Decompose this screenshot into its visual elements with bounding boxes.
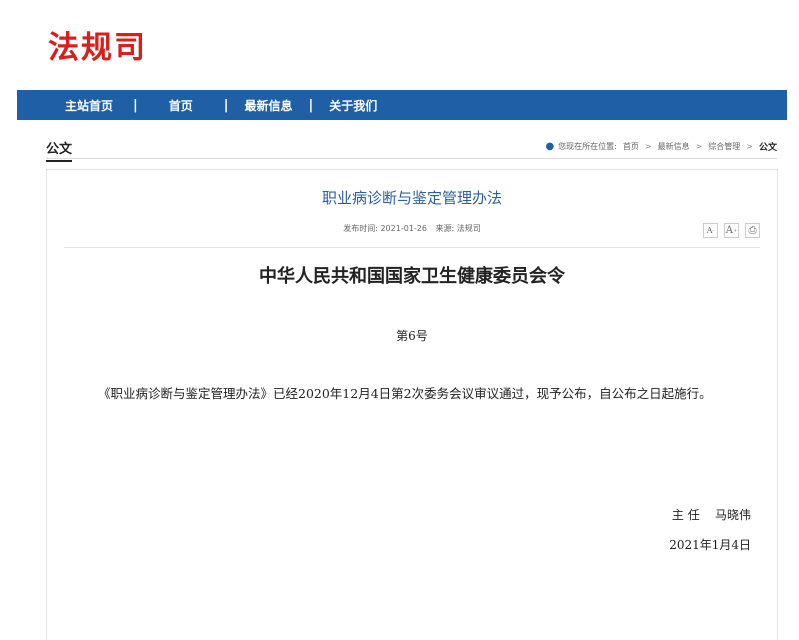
location-pin-icon: ● bbox=[545, 141, 555, 152]
nav-item-main-home[interactable]: 主站首页 bbox=[65, 97, 113, 114]
breadcrumb-link-general-management[interactable]: 综合管理 bbox=[708, 141, 740, 152]
nav-item-latest-info[interactable]: 最新信息 bbox=[245, 97, 293, 114]
breadcrumb-link-home[interactable]: 首页 bbox=[623, 141, 639, 152]
signer-name: 主 任 马晓伟 bbox=[671, 508, 751, 522]
chevron-right-icon: > bbox=[644, 142, 652, 151]
article-source: 来源: 法规司 bbox=[435, 224, 481, 233]
article-tools: A- A + ⎙ bbox=[703, 223, 760, 238]
signature-block: 主 任 马晓伟 2021年1月4日 bbox=[669, 500, 751, 560]
order-number: 第6号 bbox=[396, 329, 428, 343]
article-panel: 职业病诊断与鉴定管理办法 发布时间: 2021-01-26 来源: 法规司 A-… bbox=[46, 169, 778, 640]
sign-date: 2021年1月4日 bbox=[669, 538, 751, 552]
site-logo[interactable]: 法规司 bbox=[48, 22, 147, 67]
nav-separator: | bbox=[223, 97, 229, 113]
chevron-right-icon: > bbox=[746, 142, 753, 151]
article-body: 《职业病诊断与鉴定管理办法》已经2020年12月4日第2次委务会议审议通过，现予… bbox=[98, 386, 712, 401]
nav-item-about-us[interactable]: 关于我们 bbox=[329, 97, 377, 114]
nav-item-home[interactable]: 首页 bbox=[169, 97, 193, 114]
section-title: 公文 bbox=[46, 138, 73, 162]
order-title: 中华人民共和国国家卫生健康委员会令 bbox=[259, 266, 565, 287]
breadcrumb-link-latest-info[interactable]: 最新信息 bbox=[658, 141, 690, 152]
nav-separator: | bbox=[308, 97, 314, 113]
nav-separator: | bbox=[133, 97, 138, 113]
chevron-right-icon: > bbox=[695, 142, 703, 151]
publish-date: 发布时间: 2021-01-26 bbox=[343, 224, 427, 233]
article-title: 职业病诊断与鉴定管理办法 bbox=[321, 189, 502, 207]
divider bbox=[64, 247, 760, 248]
breadcrumb: ● 您现在所在位置: 首页 > 最新信息 > 综合管理 > 公文 bbox=[545, 140, 777, 153]
section-header: 公文 ● 您现在所在位置: 首页 > 最新信息 > 综合管理 > 公文 bbox=[46, 138, 777, 162]
article-meta: 发布时间: 2021-01-26 来源: 法规司 bbox=[47, 223, 777, 234]
font-increase-icon[interactable]: A + bbox=[724, 223, 739, 238]
font-decrease-icon[interactable]: A- bbox=[703, 223, 718, 238]
print-icon[interactable]: ⎙ bbox=[745, 223, 760, 238]
breadcrumb-prefix: 您现在所在位置: bbox=[558, 142, 617, 151]
main-navbar: 主站首页 | 首页 | 最新信息 | 关于我们 bbox=[17, 90, 787, 120]
breadcrumb-current: 公文 bbox=[758, 143, 777, 153]
